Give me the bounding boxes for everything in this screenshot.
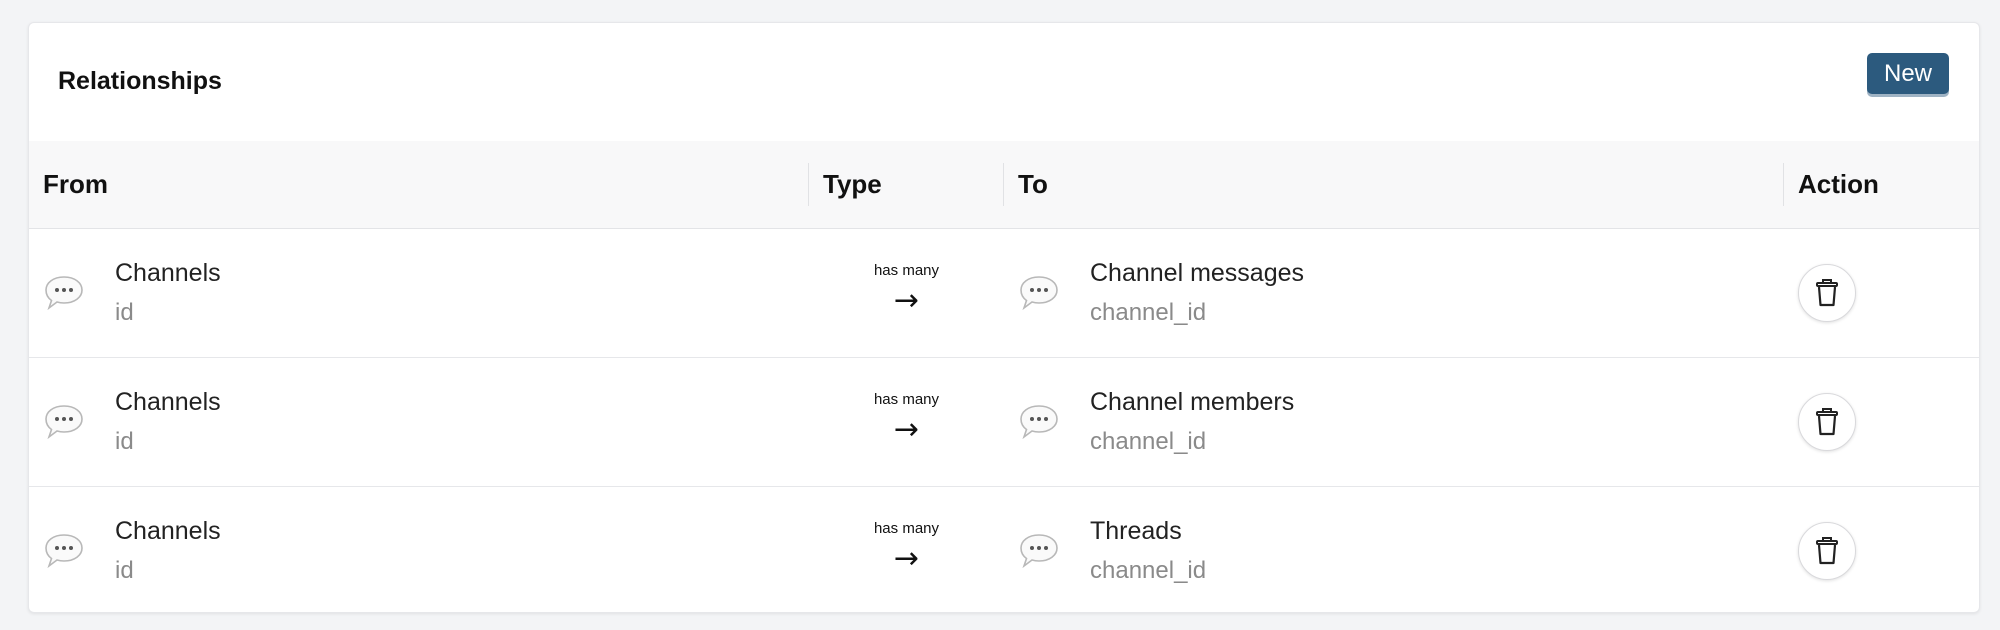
to-cell: Channel messages channel_id xyxy=(1004,228,1784,357)
arrow-right-icon: → xyxy=(893,540,920,576)
from-cell: Channels id xyxy=(29,486,809,612)
relationships-table: From Type To Action Channels id has many… xyxy=(29,141,1979,612)
column-header-type[interactable]: Type xyxy=(809,141,1004,229)
type-cell: has many → xyxy=(809,228,1004,357)
relationship-type-label: has many xyxy=(873,519,940,537)
table-row: Channels id has many → xyxy=(29,357,1979,486)
from-cell: Channels id xyxy=(29,357,809,486)
to-field-name: channel_id xyxy=(1090,556,1207,584)
from-cell: Channels id xyxy=(29,228,809,357)
to-entity-name[interactable]: Threads xyxy=(1090,516,1206,546)
action-cell xyxy=(1784,486,1979,612)
from-entity-name[interactable]: Channels xyxy=(115,516,221,546)
to-entity-name[interactable]: Channel members xyxy=(1090,387,1294,417)
relationship-type-label: has many xyxy=(873,390,940,408)
to-entity-name[interactable]: Channel messages xyxy=(1090,258,1304,288)
arrow-right-icon: → xyxy=(893,282,920,318)
column-header-action: Action xyxy=(1784,141,1979,229)
from-field-name: id xyxy=(115,427,134,455)
column-header-from[interactable]: From xyxy=(29,141,809,229)
column-header-to[interactable]: To xyxy=(1004,141,1784,229)
new-relationship-button[interactable]: New xyxy=(1867,53,1949,94)
type-cell: has many → xyxy=(809,357,1004,486)
to-field-name: channel_id xyxy=(1090,298,1207,326)
trash-icon xyxy=(1816,278,1838,306)
type-cell: has many → xyxy=(809,486,1004,612)
speech-bubble-icon xyxy=(45,404,83,439)
speech-bubble-icon xyxy=(1020,533,1058,568)
to-field-name: channel_id xyxy=(1090,427,1207,455)
trash-icon xyxy=(1816,407,1838,435)
trash-icon xyxy=(1816,536,1838,564)
table-header-row: From Type To Action xyxy=(29,141,1979,229)
table-row: Channels id has many → xyxy=(29,486,1979,612)
speech-bubble-icon xyxy=(45,533,83,568)
from-entity-name[interactable]: Channels xyxy=(115,258,221,288)
delete-relationship-button[interactable] xyxy=(1798,263,1856,322)
speech-bubble-icon xyxy=(1020,275,1058,310)
delete-relationship-button[interactable] xyxy=(1798,521,1856,580)
speech-bubble-icon xyxy=(1020,404,1058,439)
to-cell: Channel members channel_id xyxy=(1004,357,1784,486)
action-cell xyxy=(1784,357,1979,486)
from-field-name: id xyxy=(115,556,134,584)
speech-bubble-icon xyxy=(45,275,83,310)
action-cell xyxy=(1784,228,1979,357)
arrow-right-icon: → xyxy=(893,411,920,447)
delete-relationship-button[interactable] xyxy=(1798,392,1856,451)
from-entity-name[interactable]: Channels xyxy=(115,387,221,417)
from-field-name: id xyxy=(115,298,134,326)
relationships-card: Relationships New From Type To Action Ch… xyxy=(28,22,1980,613)
table-row: Channels id has many → xyxy=(29,228,1979,357)
to-cell: Threads channel_id xyxy=(1004,486,1784,612)
relationship-type-label: has many xyxy=(873,261,940,279)
page-title: Relationships xyxy=(58,67,222,95)
card-header: Relationships New xyxy=(29,23,1979,141)
